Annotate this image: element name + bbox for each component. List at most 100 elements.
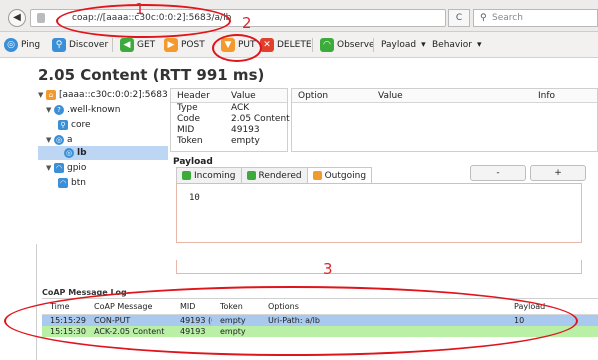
search-placeholder: Search (492, 13, 523, 23)
column-header[interactable]: Info (532, 89, 592, 102)
annotation-number: 3 (323, 260, 333, 278)
payload-tabs: Incoming Rendered Outgoing (176, 167, 373, 183)
ping-label: Ping (21, 40, 41, 50)
observe-button[interactable]: ◠ Observe (320, 37, 375, 53)
behavior-menu-label: Behavior (432, 40, 472, 50)
tree-item-label: [aaaa::c30c:0:0:2]:5683 (59, 90, 168, 100)
payload-menu[interactable]: Payload ▾ (381, 37, 426, 53)
table-row: Code 2.05 Content (171, 114, 290, 125)
response-status-title: 2.05 Content (RTT 991 ms) (38, 66, 265, 84)
get-button[interactable]: ◀ GET (120, 37, 155, 53)
header-key: MID (177, 125, 195, 135)
header-value: 2.05 Content (231, 114, 290, 124)
discover-button[interactable]: ⚲ Discover (52, 37, 108, 53)
column-header[interactable]: Option (292, 89, 372, 102)
panel-divider (36, 244, 37, 360)
tab-incoming[interactable]: Incoming (176, 167, 242, 183)
column-header[interactable]: Header (171, 89, 225, 102)
site-identity-icon[interactable] (37, 13, 45, 23)
header-key: Code (177, 114, 201, 124)
search-icon: ⚲ (480, 13, 487, 23)
post-arrow-icon: ▶ (164, 38, 178, 52)
payload-value: 10 (189, 193, 200, 203)
tab-outgoing[interactable]: Outgoing (306, 167, 373, 183)
tree-item-host[interactable]: ▼ ⌂ [aaaa::c30c:0:0:2]:5683 (38, 88, 168, 102)
behavior-menu[interactable]: Behavior ▾ (432, 37, 482, 53)
copper-toolbar: ◎ Ping ⚲ Discover ◀ GET ▶ POST ▼ PUT ✕ D… (0, 32, 598, 58)
header-value: empty (231, 136, 260, 146)
tab-label: Incoming (194, 170, 236, 181)
ping-button[interactable]: ◎ Ping (4, 37, 40, 53)
ping-icon: ◎ (64, 148, 74, 158)
tree-item-lb[interactable]: ◎ lb (38, 146, 168, 160)
expand-twisty[interactable]: ▼ (46, 164, 54, 172)
incoming-icon (182, 171, 191, 180)
tree-item-a[interactable]: ▼ ◎ a (46, 133, 73, 147)
delete-label: DELETE (277, 40, 312, 50)
search-input[interactable]: ⚲ Search (473, 9, 598, 27)
tree-item-label: .well-known (67, 105, 121, 115)
header-table: Header Value Type ACK Code 2.05 Content … (170, 88, 290, 152)
tree-item-btn[interactable]: ◠ btn (58, 176, 86, 190)
discover-icon: ⚲ (52, 38, 66, 52)
observe-feed-icon: ◠ (54, 163, 64, 173)
tree-item-gpio[interactable]: ▼ ◠ gpio (46, 161, 86, 175)
expand-twisty[interactable]: ▼ (46, 136, 54, 144)
back-arrow-icon[interactable]: ◀ (8, 9, 26, 27)
screenshot-gap (0, 244, 598, 260)
column-header[interactable]: Value (372, 89, 532, 102)
discover-icon: ? (54, 105, 64, 115)
get-arrow-icon: ◀ (120, 38, 134, 52)
tree-item-label: lb (77, 148, 87, 158)
tree-item-label: a (67, 135, 73, 145)
post-button[interactable]: ▶ POST (164, 37, 205, 53)
outgoing-payload-textarea-bottom[interactable] (176, 260, 582, 274)
toolbar-separator (312, 38, 313, 52)
tree-item-core[interactable]: ⚲ core (58, 118, 91, 132)
column-header[interactable]: Value (225, 89, 287, 102)
chevron-down-icon: ▾ (421, 40, 426, 50)
annotation-number: 2 (242, 14, 252, 32)
table-row: MID 49193 (171, 125, 287, 136)
annotation-ellipse-log (4, 286, 578, 356)
header-key: Token (177, 136, 203, 146)
toolbar-separator (373, 38, 374, 52)
add-payload-button[interactable]: + (530, 165, 586, 181)
search-icon: ⚲ (58, 120, 68, 130)
payload-menu-label: Payload (381, 40, 417, 50)
reload-button[interactable]: C (448, 9, 470, 27)
tab-label: Rendered (258, 170, 302, 181)
host-home-icon: ⌂ (46, 90, 56, 100)
annotation-ellipse-put (212, 34, 262, 62)
tree-item-label: gpio (67, 163, 87, 173)
expand-twisty[interactable]: ▼ (46, 106, 54, 114)
delete-x-icon: ✕ (260, 38, 274, 52)
observe-label: Observe (337, 40, 375, 50)
tree-item-label: btn (71, 178, 86, 188)
post-label: POST (181, 40, 205, 50)
header-table-head: Header Value (171, 89, 287, 103)
expand-twisty[interactable]: ▼ (38, 91, 46, 99)
get-label: GET (137, 40, 156, 50)
observe-feed-icon: ◠ (320, 38, 334, 52)
tab-rendered[interactable]: Rendered (240, 167, 308, 183)
tree-item-well-known[interactable]: ▼ ? .well-known (46, 103, 121, 117)
tab-label: Outgoing (324, 170, 367, 181)
annotation-number: 1 (135, 0, 145, 18)
header-value: 49193 (231, 125, 260, 135)
tree-item-label: core (71, 120, 91, 130)
discover-label: Discover (69, 40, 109, 50)
header-value: ACK (231, 103, 250, 113)
chevron-down-icon: ▾ (476, 40, 482, 50)
header-key: Type (177, 103, 198, 113)
resource-tree: ▼ ⌂ [aaaa::c30c:0:0:2]:5683 ▼ ? .well-kn… (38, 88, 168, 254)
outgoing-payload-textarea[interactable]: 10 (176, 183, 582, 243)
ping-icon: ◎ (54, 135, 64, 145)
options-table-head: Option Value Info (292, 89, 597, 103)
toolbar-separator (112, 38, 113, 52)
options-table: Option Value Info (291, 88, 598, 152)
remove-payload-button[interactable]: - (470, 165, 526, 181)
delete-button[interactable]: ✕ DELETE (260, 37, 312, 53)
payload-section-label: Payload (173, 157, 213, 167)
rendered-icon (246, 171, 256, 180)
